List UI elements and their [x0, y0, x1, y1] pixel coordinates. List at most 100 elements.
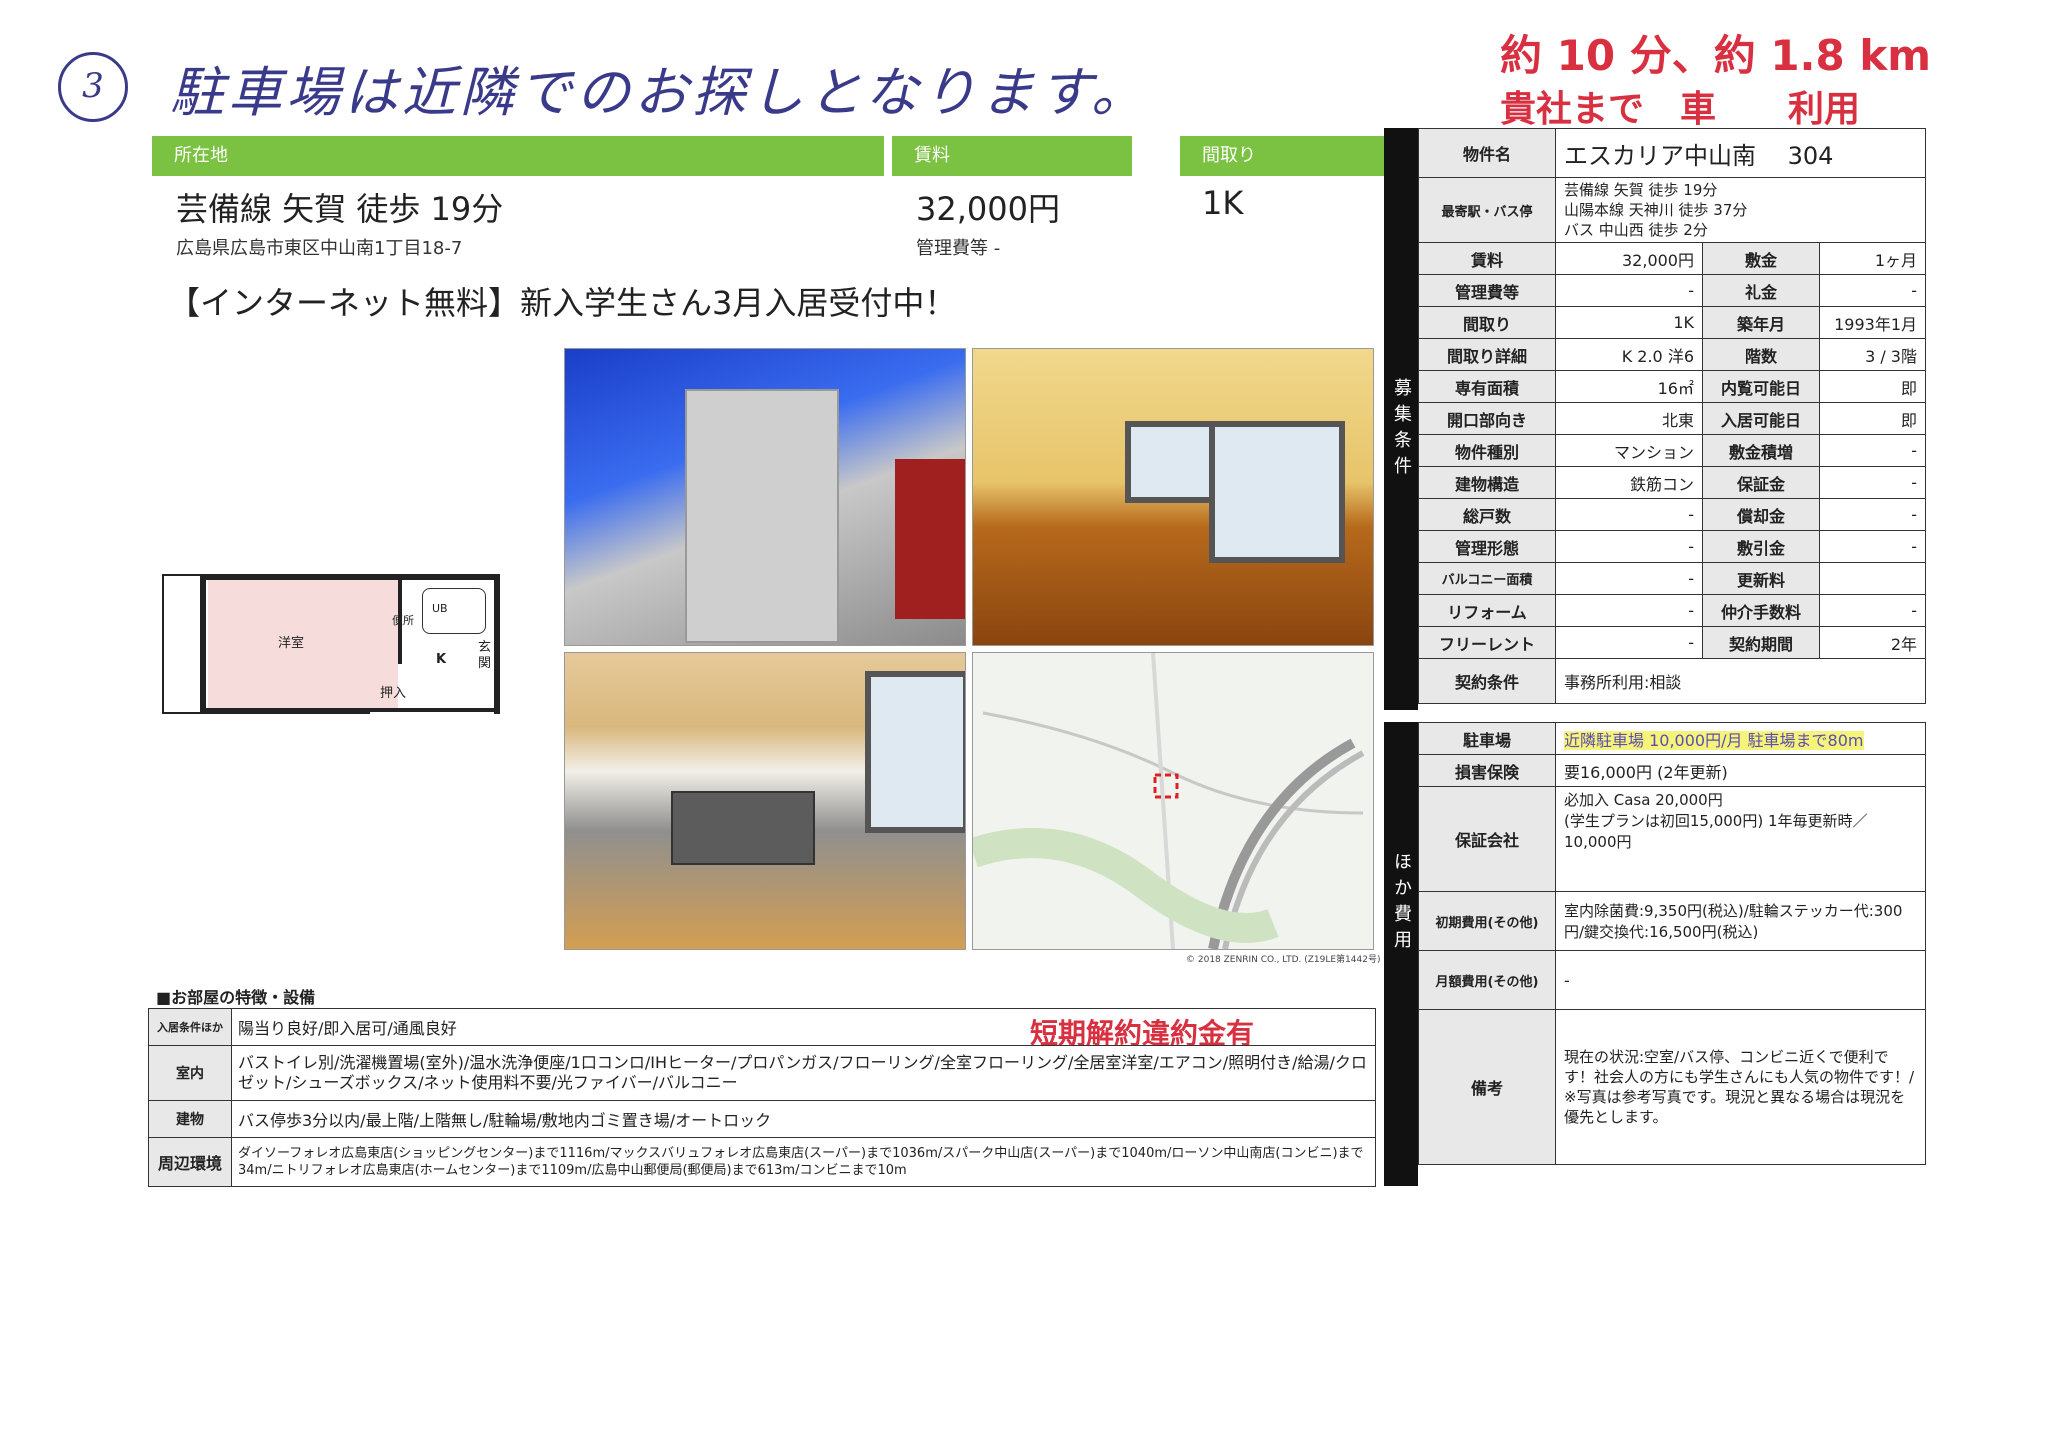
spec-label: 敷引金: [1702, 530, 1820, 563]
spec-value: 16㎡: [1555, 370, 1703, 403]
sink: [671, 791, 815, 865]
spec-label: 敷金積増: [1702, 434, 1820, 467]
spec-value: -: [1819, 530, 1926, 563]
parking-row: 駐車場 近隣駐車場 10,000円/月 駐車場まで80m: [1418, 722, 1926, 755]
spec-label: 保証金: [1702, 466, 1820, 499]
spec-label: フリーレント: [1418, 626, 1556, 659]
feature-label: 入居条件ほか: [148, 1008, 232, 1046]
recruit-conditions-bar: 募集条件: [1384, 128, 1418, 710]
spec-value: -: [1819, 594, 1926, 627]
spec-label: 内覧可能日: [1702, 370, 1820, 403]
spec-label: 償却金: [1702, 498, 1820, 531]
spec-value: -: [1819, 274, 1926, 307]
other-costs-label: ほか費用: [1391, 852, 1412, 956]
feature-label: 周辺環境: [148, 1137, 232, 1187]
western-room-label: 洋室: [278, 636, 305, 651]
building-block: [685, 389, 839, 643]
guarantor-line-1: 必加入 Casa 20,000円: [1564, 791, 1723, 809]
address-text: 広島県広島市東区中山南1丁目18-7: [176, 238, 463, 259]
toilet-label: 便所: [392, 614, 414, 627]
spec-label: リフォーム: [1418, 594, 1556, 627]
handwritten-circle-number: 3: [58, 52, 128, 122]
spec-row: 総戸数 - 償却金 -: [1418, 498, 1926, 531]
station-line-3: バス 中山西 徒歩 2分: [1564, 221, 1708, 239]
red-building: [895, 459, 965, 619]
station-label: 最寄駅・バス停: [1418, 177, 1556, 243]
guarantor-value: 必加入 Casa 20,000円 (学生プランは初回15,000円) 1年毎更新…: [1555, 786, 1926, 892]
spec-label: 入居可能日: [1702, 402, 1820, 435]
spec-value: マンション: [1555, 434, 1703, 467]
spec-label: 管理費等: [1418, 274, 1556, 307]
other-costs-table: 駐車場 近隣駐車場 10,000円/月 駐車場まで80m 損害保険 要16,00…: [1418, 722, 1926, 1165]
monthly-cost-row: 月額費用(その他) -: [1418, 950, 1926, 1010]
handwritten-travel-note: 貴社まで 車 利用: [1500, 89, 1861, 130]
headline: 【インターネット無料】新入学生さん3月入居受付中！: [168, 284, 957, 322]
room-interior-photo: [972, 348, 1374, 646]
spec-label: 間取り詳細: [1418, 338, 1556, 371]
spec-value: 即: [1819, 370, 1926, 403]
spec-label: 開口部向き: [1418, 402, 1556, 435]
other-costs-bar: ほか費用: [1384, 722, 1418, 1186]
feature-row: 入居条件ほか 陽当り良好/即入居可/通風良好: [148, 1008, 1376, 1046]
map-lines: [973, 653, 1365, 949]
spec-label: 賃料: [1418, 242, 1556, 275]
rent-header: 賃料: [892, 136, 1132, 176]
feature-value: バストイレ別/洗濯機置場(室外)/温水洗浄便座/1口コンロ/IHヒーター/プロパ…: [231, 1045, 1376, 1101]
unit-bath-label: UB: [432, 602, 448, 615]
layout-header: 間取り: [1180, 136, 1392, 176]
spec-value: -: [1555, 626, 1703, 659]
feature-value: バス停歩3分以内/最上階/上階無し/駐輪場/敷地内ゴミ置き場/オートロック: [231, 1100, 1376, 1138]
spec-row: 間取り 1K 築年月 1993年1月: [1418, 306, 1926, 339]
spec-value: 1ヶ月: [1819, 242, 1926, 275]
spec-label: 敷金: [1702, 242, 1820, 275]
features-title: ■お部屋の特徴・設備: [156, 988, 316, 1007]
spec-value: 北東: [1555, 402, 1703, 435]
layout-value: 1K: [1202, 184, 1244, 222]
spec-row: リフォーム - 仲介手数料 -: [1418, 594, 1926, 627]
station-info: 芸備線 矢賀 徒歩 19分 山陽本線 天神川 徒歩 37分 バス 中山西 徒歩 …: [1555, 177, 1926, 243]
spec-label: 物件種別: [1418, 434, 1556, 467]
spec-value: -: [1555, 562, 1703, 595]
spec-row: 管理形態 - 敷引金 -: [1418, 530, 1926, 563]
contract-label: 契約条件: [1418, 658, 1556, 704]
feature-label: 建物: [148, 1100, 232, 1138]
property-name-label: 物件名: [1418, 128, 1556, 178]
spec-row: 物件種別 マンション 敷金積増 -: [1418, 434, 1926, 467]
spec-label: 築年月: [1702, 306, 1820, 339]
area-map: [972, 652, 1374, 950]
spec-value: 32,000円: [1555, 242, 1703, 275]
initial-cost-value: 室内除菌費:9,350円(税込)/駐輪ステッカー代:300円/鍵交換代:16,5…: [1555, 891, 1926, 951]
spec-row: 専有面積 16㎡ 内覧可能日即: [1418, 370, 1926, 403]
kitchen-photo: [564, 652, 966, 950]
spec-value: 3 / 3階: [1819, 338, 1926, 371]
spec-label: 総戸数: [1418, 498, 1556, 531]
spec-value: -: [1819, 498, 1926, 531]
spec-label: 管理形態: [1418, 530, 1556, 563]
spec-label: バルコニー面積: [1418, 562, 1556, 595]
kitchen-label: K: [436, 652, 447, 667]
feature-value: ダイソーフォレオ広島東店(ショッピングセンター)まで1116m/マックスバリュフ…: [231, 1137, 1376, 1187]
guarantor-line-2: (学生プランは初回15,000円) 1年毎更新時／10,000円: [1564, 812, 1868, 851]
spec-label: 仲介手数料: [1702, 594, 1820, 627]
spec-value: -: [1555, 530, 1703, 563]
insurance-label: 損害保険: [1418, 754, 1556, 787]
property-spec-table: 物件名 エスカリア中山南 304 最寄駅・バス停 芸備線 矢賀 徒歩 19分 山…: [1418, 128, 1926, 704]
spec-label: 建物構造: [1418, 466, 1556, 499]
initial-cost-label: 初期費用(その他): [1418, 891, 1556, 951]
contract-value: 事務所利用:相談: [1555, 658, 1926, 704]
spec-value: 2年: [1819, 626, 1926, 659]
guarantor-label: 保証会社: [1418, 786, 1556, 892]
feature-row: 周辺環境 ダイソーフォレオ広島東店(ショッピングセンター)まで1116m/マック…: [148, 1137, 1376, 1187]
remarks-row: 備考 現在の状況:空室/バス停、コンビニ近くで便利です！社会人の方にも学生さんに…: [1418, 1009, 1926, 1165]
spec-label: 間取り: [1418, 306, 1556, 339]
station-row: 最寄駅・バス停 芸備線 矢賀 徒歩 19分 山陽本線 天神川 徒歩 37分 バス…: [1418, 177, 1926, 243]
monthly-cost-value: -: [1555, 950, 1926, 1010]
spec-value: -: [1555, 274, 1703, 307]
spec-label: 階数: [1702, 338, 1820, 371]
spec-value: [1819, 562, 1926, 595]
building-exterior-photo: [564, 348, 966, 646]
property-name-row: 物件名 エスカリア中山南 304: [1418, 128, 1926, 178]
recruit-conditions-label: 募集条件: [1391, 378, 1412, 482]
insurance-row: 損害保険 要16,000円 (2年更新): [1418, 754, 1926, 787]
monthly-cost-label: 月額費用(その他): [1418, 950, 1556, 1010]
